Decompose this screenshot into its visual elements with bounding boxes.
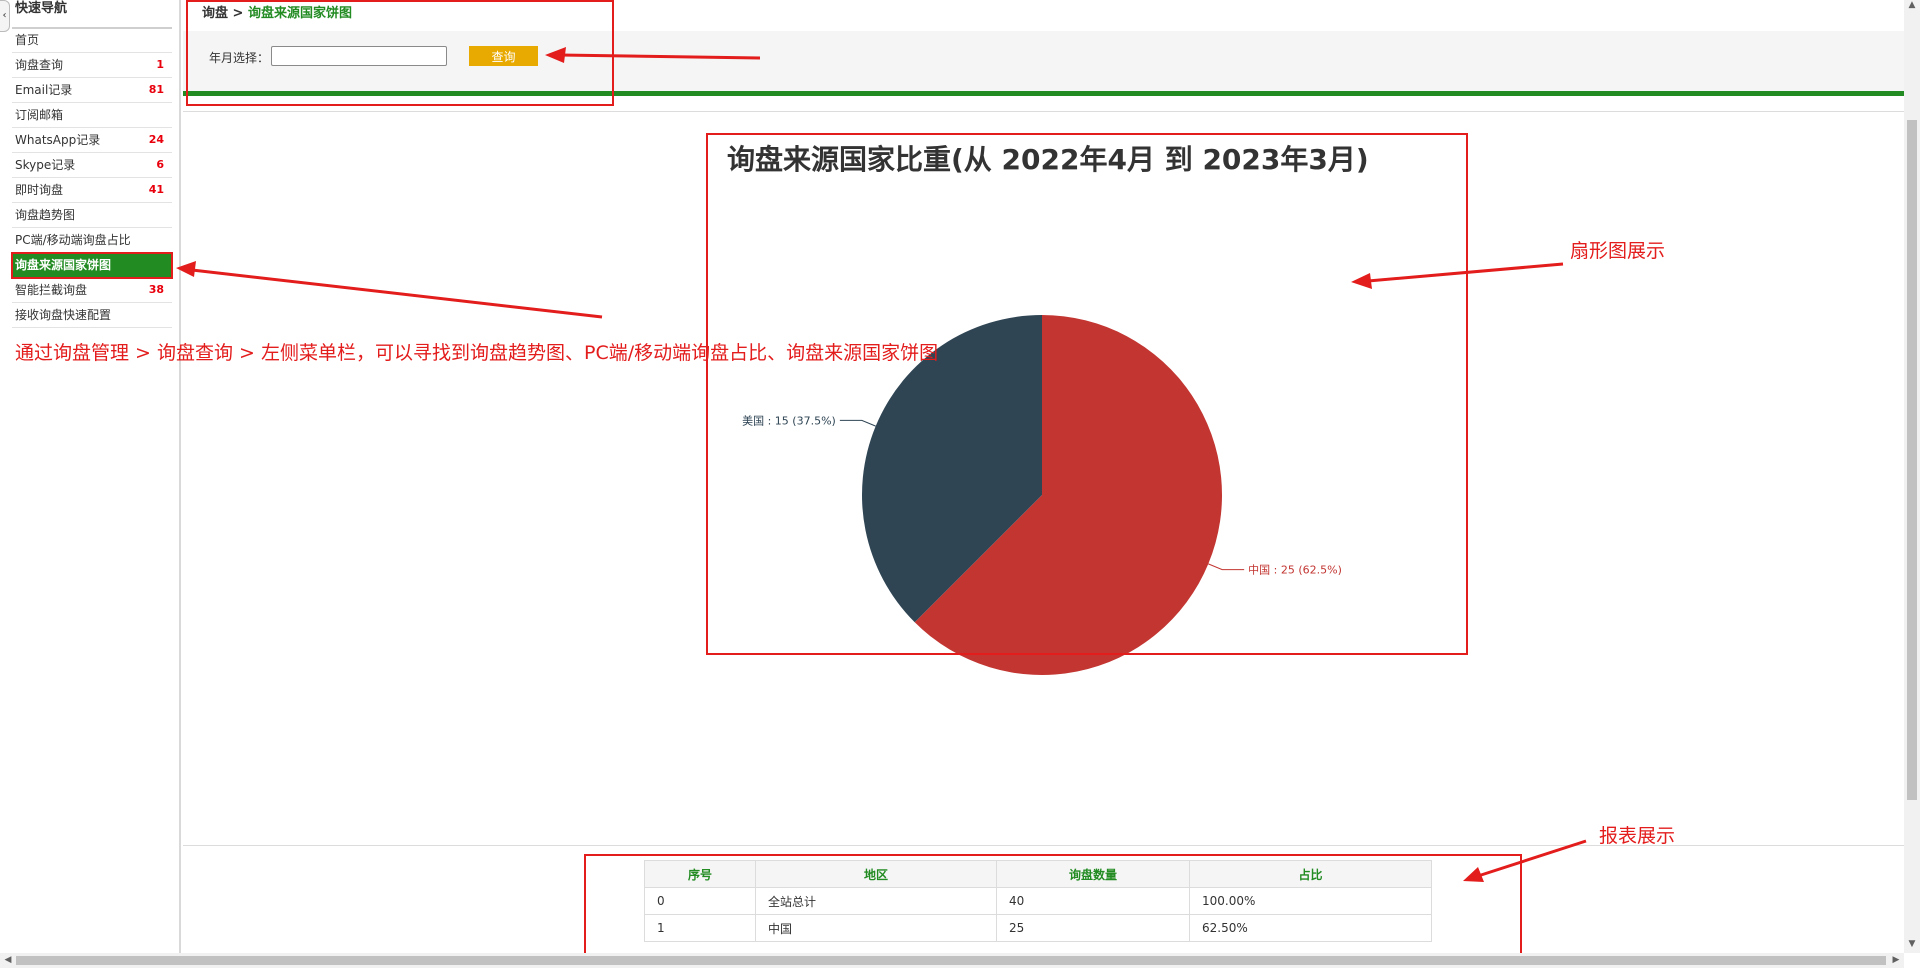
sidebar-item[interactable]: Skype记录 6 — [12, 153, 172, 178]
scroll-right-arrow[interactable]: ▶ — [1888, 955, 1904, 965]
sidebar-item[interactable]: 询盘查询 1 — [12, 53, 172, 78]
sidebar-menu: 首页询盘查询 1 Email记录 81 订阅邮箱 WhatsApp记录 24 Skype记录 6… — [11, 28, 173, 328]
sidebar-item-count: 38 — [148, 283, 164, 296]
sidebar-item[interactable]: 询盘趋势图 — [12, 203, 172, 228]
annotation-pie-note: 扇形图展示 — [1570, 240, 1666, 262]
sidebar-item-label: PC端/移动端询盘占比 — [15, 233, 131, 247]
sidebar-item-label: 即时询盘 — [15, 183, 64, 197]
sidebar-item-label: 询盘趋势图 — [15, 208, 76, 222]
sidebar-item-label: 智能拦截询盘 — [15, 283, 88, 297]
sidebar-item[interactable]: 接收询盘快速配置 — [12, 303, 172, 328]
sidebar-item-count: 24 — [148, 133, 164, 146]
arrow-to-menu-item — [191, 268, 603, 319]
sidebar-title: 快速导航 — [15, 1, 68, 16]
content-divider — [183, 111, 1904, 112]
sidebar-item[interactable]: Email记录 81 — [12, 78, 172, 103]
sidebar-item-label: Skype记录 — [15, 158, 76, 172]
sidebar: ‹ 快速导航 首页询盘查询 1 Email记录 81 订阅邮箱 WhatsApp记录 24 S… — [0, 0, 181, 968]
annotation-nav-note: 通过询盘管理 > 询盘查询 > 左侧菜单栏，可以寻找到询盘趋势图、PC端/移动端… — [15, 342, 939, 364]
sidebar-item-count: 1 — [156, 58, 164, 71]
scroll-up-arrow[interactable]: ▲ — [1904, 0, 1920, 10]
sidebar-item-label: 询盘查询 — [15, 58, 64, 72]
annotation-box-chart — [706, 133, 1468, 655]
sidebar-item-label: Email记录 — [15, 83, 73, 97]
sidebar-item-label: 订阅邮箱 — [15, 108, 64, 122]
sidebar-item-label: 询盘来源国家饼图 — [15, 258, 112, 272]
sidebar-item-count: 41 — [148, 183, 164, 196]
sidebar-item[interactable]: PC端/移动端询盘占比 — [12, 228, 172, 253]
sidebar-item[interactable]: WhatsApp记录 24 — [12, 128, 172, 153]
annotation-box-table — [584, 854, 1522, 956]
sidebar-collapse-toggle[interactable]: ‹ — [0, 0, 10, 32]
vertical-scroll-thumb[interactable] — [1907, 120, 1917, 800]
scroll-down-arrow[interactable]: ▼ — [1904, 939, 1920, 949]
scroll-left-arrow[interactable]: ◀ — [0, 955, 16, 965]
sidebar-item[interactable]: 智能拦截询盘 38 — [12, 278, 172, 303]
horizontal-scroll-thumb[interactable] — [16, 956, 1886, 965]
sidebar-item-count: 6 — [156, 158, 164, 171]
annotation-box-filter — [186, 0, 614, 106]
sidebar-item-label: WhatsApp记录 — [15, 133, 101, 147]
sidebar-item-label: 接收询盘快速配置 — [15, 308, 112, 322]
sidebar-item-count: 81 — [148, 83, 164, 96]
sidebar-item-label: 首页 — [15, 33, 40, 47]
sidebar-item[interactable]: 即时询盘 41 — [12, 178, 172, 203]
sidebar-item[interactable]: 订阅邮箱 — [12, 103, 172, 128]
sidebar-item[interactable]: 首页 — [12, 28, 172, 53]
sidebar-item[interactable]: 询盘来源国家饼图 — [11, 252, 173, 279]
annotation-table-note: 报表展示 — [1599, 825, 1676, 847]
